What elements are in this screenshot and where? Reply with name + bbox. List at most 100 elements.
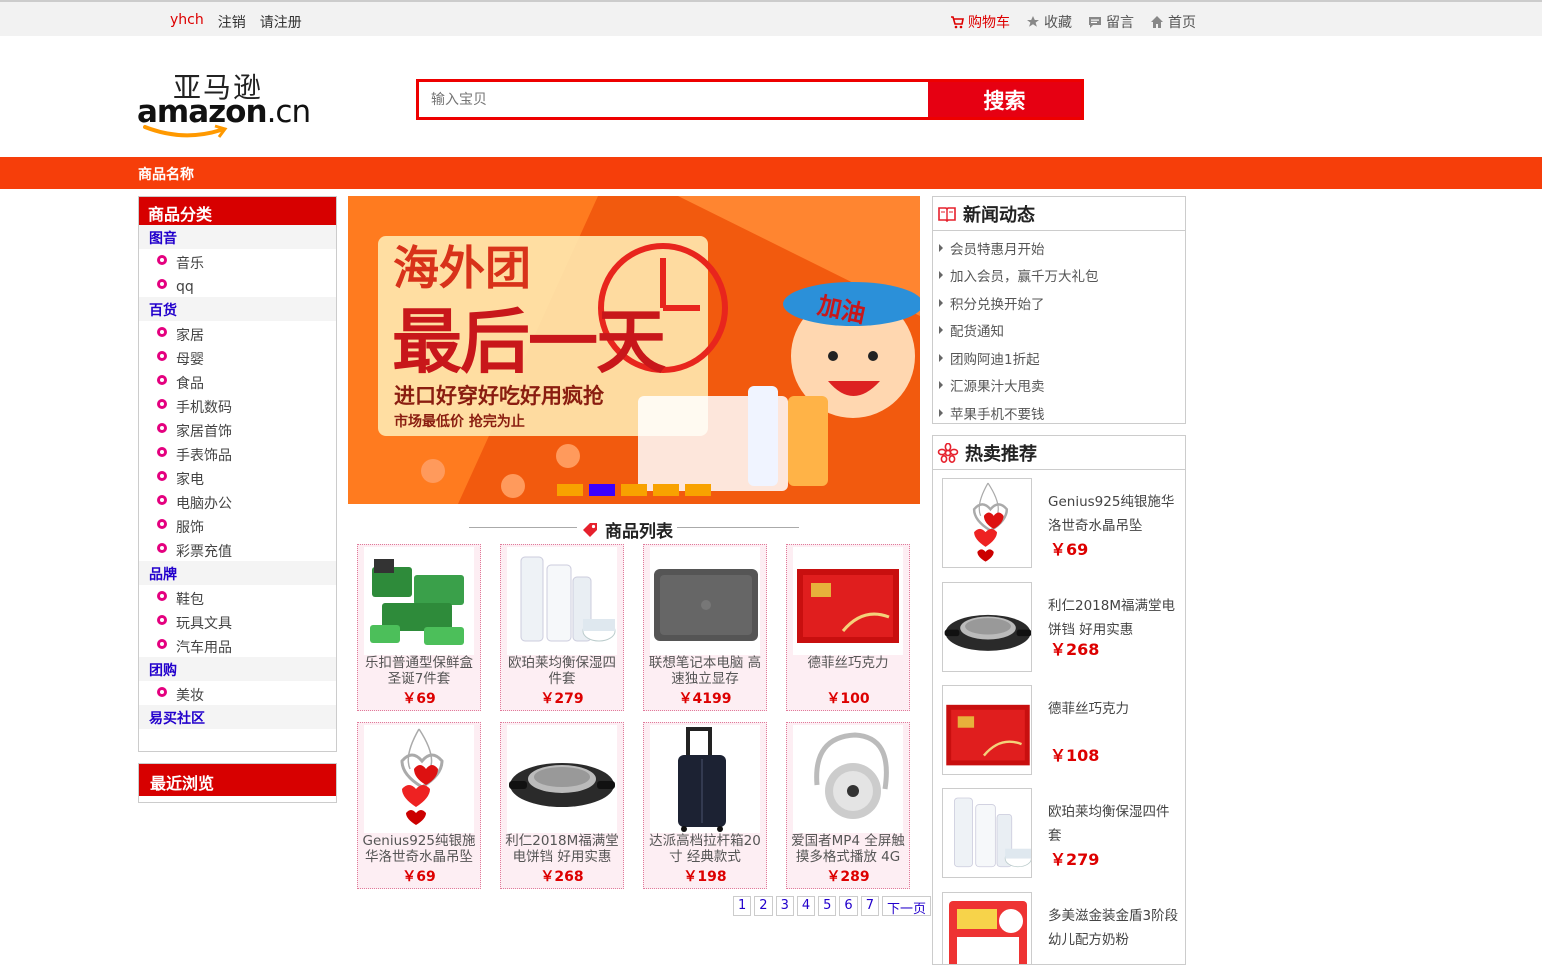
slide-dot[interactable] — [557, 484, 583, 496]
page-link[interactable]: 6 — [839, 896, 858, 916]
search-button[interactable]: 搜索 — [928, 82, 1081, 117]
page-link[interactable]: 3 — [775, 896, 794, 916]
hot-item[interactable]: Genius925纯银施华洛世奇水晶吊坠 ￥69 — [942, 478, 1182, 570]
product-card[interactable]: 达派高档拉杆箱20寸 经典款式 ￥198 — [643, 722, 767, 889]
news-item[interactable]: 会员特惠月开始 — [939, 234, 1185, 262]
category-item[interactable]: 玩具文具 — [139, 609, 336, 633]
electric-pan-icon[interactable] — [942, 582, 1032, 672]
hot-item-name[interactable]: 利仁2018M福满堂电饼铛 好用实惠 — [1048, 594, 1180, 642]
skincare-set-icon[interactable] — [507, 547, 617, 655]
favorites-link[interactable]: 收藏 — [1026, 12, 1072, 32]
product-name[interactable]: 达派高档拉杆箱20寸 经典款式 — [646, 833, 764, 865]
product-list-header: 商品列表 — [469, 517, 799, 542]
page-link[interactable]: 4 — [796, 896, 816, 916]
product-card[interactable]: 德菲丝巧克力 ￥100 — [786, 544, 910, 711]
hot-item-name[interactable]: 德菲丝巧克力 — [1048, 697, 1180, 721]
next-page-link[interactable]: 下一页 — [881, 896, 931, 917]
hot-item[interactable]: 利仁2018M福满堂电饼铛 好用实惠 ￥268 — [942, 582, 1182, 674]
category-group-4[interactable]: 易买社区 — [139, 705, 336, 729]
category-group-2[interactable]: 品牌 — [139, 561, 336, 585]
product-name[interactable]: 爱国者MP4 全屏触摸多格式播放 4G — [789, 833, 907, 865]
slide-dot[interactable] — [685, 484, 711, 496]
chocolate-box-icon[interactable] — [793, 547, 903, 655]
category-item-label: 手表饰品 — [176, 448, 232, 464]
product-name[interactable]: 利仁2018M福满堂电饼铛 好用实惠 — [503, 833, 621, 865]
message-link[interactable]: 留言 — [1088, 12, 1134, 32]
username-link[interactable]: yhch — [170, 12, 204, 32]
category-item[interactable]: 家电 — [139, 465, 336, 489]
heart-pendant-icon[interactable] — [942, 478, 1032, 568]
hot-item[interactable]: 多美滋金装金盾3阶段幼儿配方奶粉 — [942, 892, 1182, 964]
earphone-icon[interactable] — [793, 725, 903, 833]
skincare-set-icon[interactable] — [942, 788, 1032, 878]
search-input[interactable] — [419, 82, 928, 117]
product-card[interactable]: 联想笔记本电脑 高速独立显存 ￥4199 — [643, 544, 767, 711]
product-name[interactable]: 德菲丝巧克力 — [789, 655, 907, 671]
hot-item-price: ￥268 — [1050, 640, 1100, 659]
laptop-icon[interactable] — [650, 547, 760, 655]
heart-pendant-icon[interactable] — [364, 725, 474, 833]
page-link[interactable]: 5 — [818, 896, 837, 916]
news-item[interactable]: 团购阿迪1折起 — [939, 344, 1185, 372]
news-item[interactable]: 汇源果汁大甩卖 — [939, 372, 1185, 400]
slide-dot[interactable] — [589, 484, 615, 496]
logo-en-light: .cn — [266, 94, 312, 130]
electric-pan-icon[interactable] — [507, 725, 617, 833]
slide-dot[interactable] — [653, 484, 679, 496]
news-item[interactable]: 苹果手机不要钱 — [939, 399, 1185, 427]
logout-link[interactable]: 注销 — [218, 12, 246, 32]
product-card[interactable]: 爱国者MP4 全屏触摸多格式播放 4G ￥289 — [786, 722, 910, 889]
hot-item[interactable]: 德菲丝巧克力 ￥108 — [942, 685, 1182, 777]
category-item[interactable]: 电脑办公 — [139, 489, 336, 513]
hot-item-name[interactable]: Genius925纯银施华洛世奇水晶吊坠 — [1048, 490, 1180, 538]
category-item[interactable]: 家居首饰 — [139, 417, 336, 441]
page-link[interactable]: 2 — [754, 896, 773, 916]
slide-dot[interactable] — [621, 484, 647, 496]
milk-powder-icon[interactable] — [942, 892, 1032, 964]
news-item[interactable]: 积分兑换开始了 — [939, 289, 1185, 317]
product-card[interactable]: 欧珀莱均衡保湿四件套 ￥279 — [500, 544, 624, 711]
category-item[interactable]: 彩票充值 — [139, 537, 336, 561]
bullet-icon — [157, 399, 167, 409]
news-item[interactable]: 配货通知 — [939, 317, 1185, 345]
category-item[interactable]: 服饰 — [139, 513, 336, 537]
hot-item-name[interactable]: 多美滋金装金盾3阶段幼儿配方奶粉 — [1048, 904, 1180, 952]
category-group-0[interactable]: 图音 — [139, 225, 336, 249]
cart-link[interactable]: 购物车 — [950, 12, 1010, 32]
news-item[interactable]: 加入会员，赢千万大礼包 — [939, 262, 1185, 290]
register-link[interactable]: 请注册 — [260, 12, 302, 32]
hot-item-name[interactable]: 欧珀莱均衡保湿四件套 — [1048, 800, 1180, 848]
category-item[interactable]: 美妆 — [139, 681, 336, 705]
category-item[interactable]: 音乐 — [139, 249, 336, 273]
category-item[interactable]: 母婴 — [139, 345, 336, 369]
promo-banner[interactable]: 海外团 最后一天 进口好穿好吃好用疯抢 市场最低价 抢完为止 加油 — [348, 196, 920, 504]
product-name[interactable]: 联想笔记本电脑 高速独立显存 — [646, 655, 764, 687]
product-card[interactable]: 利仁2018M福满堂电饼铛 好用实惠 ￥268 — [500, 722, 624, 889]
category-item[interactable]: 汽车用品 — [139, 633, 336, 657]
smile-arrow-icon — [143, 124, 228, 138]
category-item[interactable]: 手表饰品 — [139, 441, 336, 465]
amazon-logo[interactable]: 亚马逊 amazon.cn — [137, 66, 311, 140]
category-item-label: 家居 — [176, 328, 204, 344]
bullet-icon — [157, 543, 167, 553]
page-link[interactable]: 7 — [860, 896, 879, 916]
category-item[interactable]: 食品 — [139, 369, 336, 393]
product-name[interactable]: 乐扣普通型保鲜盒圣诞7件套 — [360, 655, 478, 687]
food-container-set-icon[interactable] — [364, 547, 474, 655]
product-name[interactable]: Genius925纯银施华洛世奇水晶吊坠 — [360, 833, 478, 865]
hot-item[interactable]: 欧珀莱均衡保湿四件套 ￥279 — [942, 788, 1182, 880]
suitcase-icon[interactable] — [650, 725, 760, 833]
nav-item-products[interactable]: 商品名称 — [138, 164, 194, 184]
category-item[interactable]: 手机数码 — [139, 393, 336, 417]
product-card[interactable]: 乐扣普通型保鲜盒圣诞7件套 ￥69 — [357, 544, 481, 711]
home-link[interactable]: 首页 — [1150, 12, 1196, 32]
product-name[interactable]: 欧珀莱均衡保湿四件套 — [503, 655, 621, 687]
chocolate-box-icon[interactable] — [942, 685, 1032, 775]
page-link[interactable]: 1 — [733, 896, 752, 916]
category-group-1[interactable]: 百货 — [139, 297, 336, 321]
product-card[interactable]: Genius925纯银施华洛世奇水晶吊坠 ￥69 — [357, 722, 481, 889]
category-item[interactable]: qq — [139, 273, 336, 297]
category-item[interactable]: 鞋包 — [139, 585, 336, 609]
category-group-3[interactable]: 团购 — [139, 657, 336, 681]
category-item[interactable]: 家居 — [139, 321, 336, 345]
